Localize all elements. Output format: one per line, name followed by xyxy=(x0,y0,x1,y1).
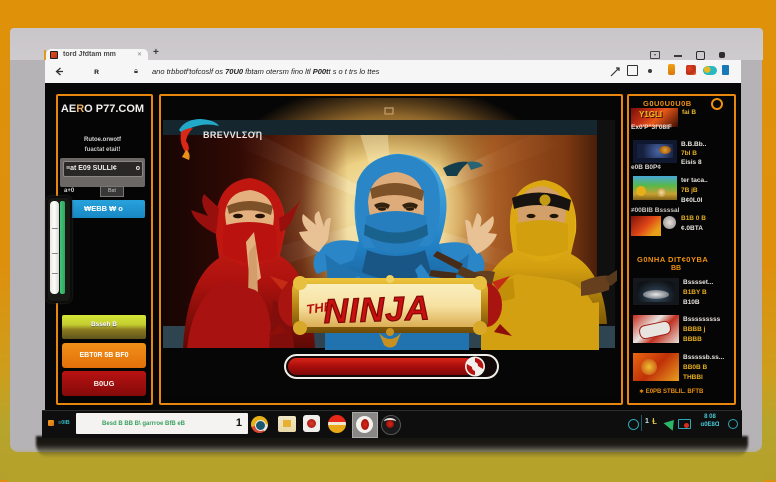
svg-text:NINJA: NINJA xyxy=(323,289,431,331)
svg-text:BREVVLƩƠȠ: BREVVLƩƠȠ xyxy=(203,130,263,140)
